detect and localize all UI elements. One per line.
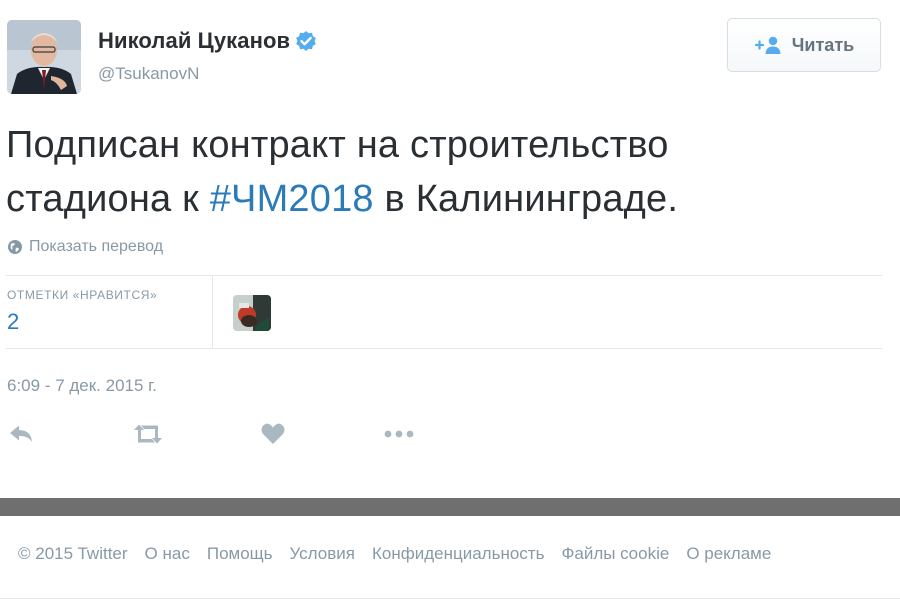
retweet-icon (134, 424, 162, 444)
likes-stat[interactable]: ОТМЕТКИ «НРАВИТСЯ» 2 (6, 276, 213, 348)
hashtag-link[interactable]: #ЧМ2018 (210, 178, 374, 220)
tweet-actions (8, 421, 428, 447)
like-button[interactable] (260, 421, 286, 447)
follow-button-label: Читать (791, 34, 855, 55)
globe-icon (7, 239, 23, 255)
tweet-text-line-2: стадиона к (6, 178, 199, 220)
heart-icon (261, 423, 285, 444)
add-user-icon (754, 35, 784, 55)
tweet-text: Подписан контракт на строительство стади… (6, 118, 886, 226)
liker-photo (233, 295, 271, 331)
show-translation-link[interactable]: Показать перевод (7, 238, 163, 256)
tweet-text-line-1: Подписан контракт на строительство (6, 124, 669, 166)
show-translation-label: Показать перевод (29, 238, 164, 255)
verified-badge-icon (295, 30, 317, 52)
tweet-stats: ОТМЕТКИ «НРАВИТСЯ» 2 (6, 275, 882, 349)
footer-link-privacy[interactable]: Конфиденциальность (372, 544, 544, 564)
reply-button[interactable] (8, 421, 34, 447)
tweet-text-line-2-end: в Калининграде. (384, 178, 679, 220)
author-photo (7, 20, 81, 94)
more-dots-icon (384, 430, 414, 438)
more-button[interactable] (383, 421, 415, 447)
reply-icon (10, 425, 32, 442)
tweet-timestamp[interactable]: 6:09 - 7 дек. 2015 г. (7, 376, 157, 396)
liker-avatar[interactable] (233, 295, 271, 331)
likes-label: ОТМЕТКИ «НРАВИТСЯ» (7, 288, 158, 302)
footer-link-help[interactable]: Помощь (207, 544, 273, 564)
footer-link-cookies[interactable]: Файлы cookie (561, 544, 669, 564)
footer-link-about[interactable]: О нас (145, 544, 190, 564)
author-display-name[interactable]: Николай Цуканов (98, 28, 290, 54)
retweet-button[interactable] (132, 421, 164, 447)
footer-divider-bar (0, 498, 900, 516)
footer-link-ads[interactable]: О рекламе (686, 544, 771, 564)
author-avatar[interactable] (7, 20, 81, 94)
footer-links: © 2015 Twitter О нас Помощь Условия Конф… (18, 544, 771, 564)
author-name-row: Николай Цуканов (98, 28, 317, 54)
footer-link-terms[interactable]: Условия (290, 544, 355, 564)
footer-copyright: © 2015 Twitter (18, 544, 128, 563)
footer-bottom-line (0, 598, 900, 599)
likes-count[interactable]: 2 (7, 309, 19, 335)
follow-button[interactable]: Читать (727, 18, 881, 72)
author-handle[interactable]: @TsukanovN (98, 64, 199, 84)
